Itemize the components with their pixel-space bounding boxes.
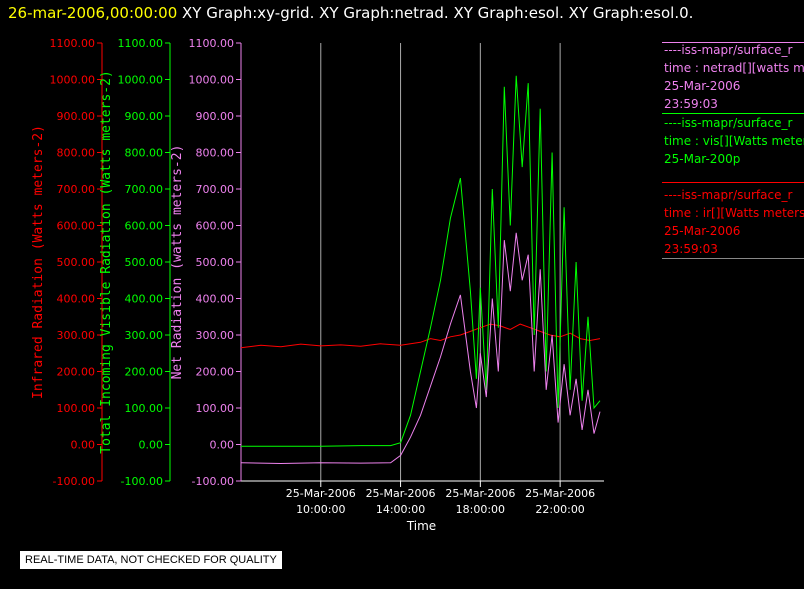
y-tick-label-2-7: 600.00 [196,220,235,233]
legend-net-time: 23:59:03 [664,97,718,111]
x-tick-label-2: 25-Mar-2006 [445,487,515,500]
x-tick-label-2: 18:00:00 [456,503,505,516]
y-tick-label-0-10: 900.00 [57,110,96,123]
y-tick-label-2-5: 400.00 [196,293,235,306]
legend-divider [662,182,804,183]
y-tick-label-2-6: 500.00 [196,256,235,269]
legend-net: ----iss-mapr/surface_r time : netrad[][w… [664,41,804,113]
x-tick-label-3: 25-Mar-2006 [525,487,595,500]
x-axis-label: Time [406,519,436,533]
legend-net-desc: time : netrad[][watts m [664,61,804,75]
legend-ir-source: ----iss-mapr/surface_r [664,188,793,202]
y-tick-label-2-10: 900.00 [196,110,235,123]
y-tick-label-0-9: 800.00 [57,147,96,160]
y-tick-label-0-7: 600.00 [57,220,96,233]
y-axis-label-1: Total Incoming Visible Radiation (Watts … [99,70,114,454]
x-tick-label-1: 14:00:00 [376,503,425,516]
y-tick-label-1-11: 1000.00 [118,74,164,87]
series-line-ir [240,323,601,349]
y-tick-label-1-8: 700.00 [125,183,164,196]
y-tick-label-2-1: 0.00 [210,439,235,452]
y-tick-label-0-8: 700.00 [57,183,96,196]
legend-ir-time: 23:59:03 [664,242,718,256]
legend-vis-date: 25-Mar-200p [664,152,741,166]
y-tick-label-0-2: 100.00 [57,402,96,415]
legend-net-source: ----iss-mapr/surface_r [664,43,793,57]
legend-vis-source: ----iss-mapr/surface_r [664,116,793,130]
y-tick-label-0-4: 300.00 [57,329,96,342]
legend-vis: ----iss-mapr/surface_r time : vis[][Watt… [664,114,804,168]
x-tick-label-3: 22:00:00 [535,503,584,516]
y-axis-label-2: Net Radiation (watts meters-2) [170,145,185,380]
y-tick-label-1-0: -100.00 [121,475,163,488]
y-tick-label-0-5: 400.00 [57,293,96,306]
y-tick-label-0-0: -100.00 [53,475,95,488]
y-tick-label-2-0: -100.00 [192,475,234,488]
y-tick-label-2-11: 1000.00 [189,74,235,87]
y-tick-label-1-6: 500.00 [125,256,164,269]
y-tick-label-2-12: 1100.00 [189,37,235,50]
y-tick-label-0-11: 1000.00 [50,74,96,87]
y-axis-label-0: Infrared Radiation (Watts meters-2) [31,125,46,399]
y-tick-label-2-9: 800.00 [196,147,235,160]
y-tick-label-0-6: 500.00 [57,256,96,269]
legend-vis-desc: time : vis[][Watts meter [664,134,804,148]
y-tick-label-2-3: 200.00 [196,366,235,379]
y-tick-label-1-7: 600.00 [125,220,164,233]
y-tick-label-2-4: 300.00 [196,329,235,342]
x-tick-label-1: 25-Mar-2006 [366,487,436,500]
series-line-vis [241,75,601,447]
y-tick-label-0-1: 0.00 [71,439,96,452]
y-tick-label-1-1: 0.00 [139,439,164,452]
x-tick-label-0: 10:00:00 [296,503,345,516]
y-tick-label-2-8: 700.00 [196,183,235,196]
quality-disclaimer: REAL-TIME DATA, NOT CHECKED FOR QUALITY [20,551,282,569]
y-tick-label-1-3: 200.00 [125,366,164,379]
y-tick-label-1-5: 400.00 [125,293,164,306]
y-tick-label-1-2: 100.00 [125,402,164,415]
y-tick-label-2-2: 100.00 [196,402,235,415]
y-tick-label-1-10: 900.00 [125,110,164,123]
legend-ir-desc: time : ir[][Watts meters [664,206,804,220]
legend-ir: ----iss-mapr/surface_r time : ir[][Watts… [664,186,804,258]
y-tick-label-0-12: 1100.00 [50,37,96,50]
legend-ir-date: 25-Mar-2006 [664,224,741,238]
y-tick-label-1-12: 1100.00 [118,37,164,50]
y-tick-label-1-9: 800.00 [125,147,164,160]
x-tick-label-0: 25-Mar-2006 [286,487,356,500]
y-tick-label-0-3: 200.00 [57,366,96,379]
y-tick-label-1-4: 300.00 [125,329,164,342]
legend-net-date: 25-Mar-2006 [664,79,741,93]
legend-divider [662,258,804,259]
